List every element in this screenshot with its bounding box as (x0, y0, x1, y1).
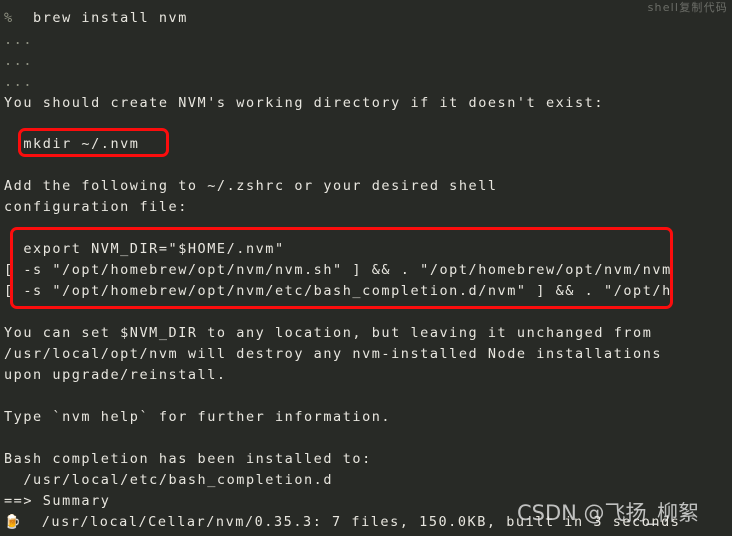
terminal-line: ==> Summary (4, 493, 111, 509)
terminal-window: shell复制代码 % brew install nvm......... You… (0, 0, 732, 536)
terminal-line: ... (4, 53, 34, 69)
terminal-line: Bash completion has been installed to: (4, 451, 372, 467)
terminal-line: export NVM_DIR="$HOME/.nvm" (4, 241, 285, 257)
terminal-line: [ -s "/opt/homebrew/opt/nvm/nvm.sh" ] &&… (4, 262, 732, 278)
terminal-line: You should create NVM's working director… (4, 95, 605, 111)
terminal-line: [ -s "/opt/homebrew/opt/nvm/etc/bash_com… (4, 283, 732, 299)
terminal-line: /usr/local/etc/bash_completion.d (4, 472, 334, 488)
terminal-line: You can set $NVM_DIR to any location, bu… (4, 325, 653, 341)
terminal-line: Add the following to ~/.zshrc or your de… (4, 178, 498, 194)
terminal-line: ... (4, 74, 34, 90)
terminal-line: /usr/local/opt/nvm will destroy any nvm-… (4, 346, 663, 362)
terminal-line: % brew install nvm (4, 8, 188, 29)
terminal-line-text: brew install nvm (33, 10, 188, 26)
terminal-line: configuration file: (4, 199, 188, 215)
csdn-watermark: CSDN @飞扬_柳絮 (517, 501, 700, 525)
terminal-line: mkdir ~/.nvm (4, 136, 140, 152)
shell-prompt-symbol: % (4, 10, 14, 26)
right-edge-mask (673, 227, 732, 309)
code-language-label: shell复制代码 (647, 1, 728, 14)
terminal-line: ... (4, 32, 34, 48)
terminal-line: upon upgrade/reinstall. (4, 367, 227, 383)
terminal-line: Type `nvm help` for further information. (4, 409, 392, 425)
